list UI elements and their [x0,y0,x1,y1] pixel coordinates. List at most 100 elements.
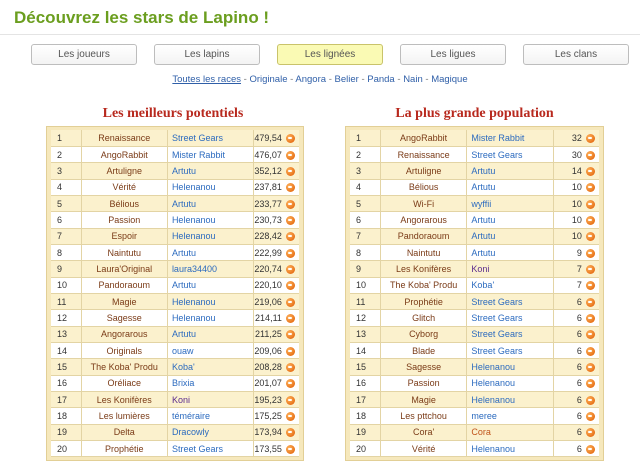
player-link[interactable]: Koba' [466,277,555,294]
lineage-link[interactable]: Espoir [81,228,168,245]
lineage-link[interactable]: AngoRabbit [380,130,468,147]
medal-icon [586,395,596,405]
lineage-link[interactable]: Renaissance [380,146,468,164]
lineage-link[interactable]: Les Konifères [81,391,168,409]
player-link[interactable]: Brixia [167,375,255,393]
lineage-link[interactable]: Naintutu [81,244,168,262]
player-link[interactable]: Artutu [167,244,255,262]
lineage-link[interactable]: Passion [81,211,168,229]
tab-clans[interactable]: Les clans [523,44,629,65]
race-link-originale[interactable]: Originale [249,74,287,85]
lineage-link[interactable]: The Koba' Produ [380,277,468,294]
tab-lapins[interactable]: Les lapins [154,44,260,65]
player-link[interactable]: Helenanou [167,211,255,229]
player-link[interactable]: Cora [466,424,555,442]
lineage-link[interactable]: Delta [81,424,168,442]
lineage-link[interactable]: Passion [380,375,468,393]
player-link[interactable]: Street Gears [466,309,555,327]
rank-cell: 16 [51,375,82,393]
player-link[interactable]: wyffii [466,195,555,213]
tab-ligues[interactable]: Les ligues [400,44,506,65]
lineage-link[interactable]: Prophétie [380,293,468,311]
player-link[interactable]: Helenanou [167,179,255,196]
lineage-link[interactable]: Cora' [380,424,468,442]
player-link[interactable]: Street Gears [466,342,555,360]
lineage-link[interactable]: Vérité [380,440,468,458]
player-link[interactable]: Koni [466,260,555,278]
score-cell: 7 [553,260,585,278]
player-link[interactable]: Street Gears [167,440,255,458]
lineage-link[interactable]: Glitch [380,309,468,327]
race-link-all[interactable]: Toutes les races [172,74,241,85]
player-link[interactable]: Artutu [167,195,255,213]
tab-lignees[interactable]: Les lignées [277,44,383,65]
lineage-link[interactable]: Prophétie [81,440,168,458]
lineage-link[interactable]: Oréliace [81,375,168,393]
player-link[interactable]: Helenanou [466,391,555,409]
lineage-link[interactable]: Les pttchou [380,407,468,425]
race-link-angora[interactable]: Angora [295,74,326,85]
lineage-link[interactable]: Bélious [380,179,468,196]
lineage-link[interactable]: Les lumières [81,407,168,425]
lineage-link[interactable]: Magie [380,391,468,409]
player-link[interactable]: Mister Rabbit [466,130,555,147]
lineage-link[interactable]: Cyborg [380,326,468,343]
player-link[interactable]: Artutu [466,244,555,262]
player-link[interactable]: Helenanou [167,309,255,327]
player-link[interactable]: Mister Rabbit [167,146,255,164]
player-link[interactable]: laura34400 [167,260,255,278]
lineage-link[interactable]: Pandoraoum [380,228,468,245]
lineage-link[interactable]: Wi-Fi [380,195,468,213]
lineage-link[interactable]: Les Konifères [380,260,468,278]
lineage-link[interactable]: Originals [81,342,168,360]
player-link[interactable]: Koni [167,391,255,409]
lineage-link[interactable]: Sagesse [380,358,468,376]
lineage-link[interactable]: AngoRabbit [81,146,168,164]
player-link[interactable]: Artutu [167,162,255,180]
lineage-link[interactable]: Renaissance [81,130,168,147]
lineage-link[interactable]: Magie [81,293,168,311]
player-link[interactable]: Helenanou [167,293,255,311]
race-link-nain[interactable]: Nain [403,74,423,85]
race-link-magique[interactable]: Magique [431,74,467,85]
lineage-link[interactable]: Pandoraoum [81,277,168,294]
player-link[interactable]: Artutu [167,277,255,294]
player-link[interactable]: Street Gears [466,293,555,311]
lineage-link[interactable]: Vérité [81,179,168,196]
player-link[interactable]: Artutu [466,179,555,196]
player-link[interactable]: Helenanou [167,228,255,245]
player-link[interactable]: Street Gears [466,146,555,164]
player-link[interactable]: Street Gears [466,326,555,343]
player-link[interactable]: téméraire [167,407,255,425]
medal-icon [286,248,296,258]
lineage-link[interactable]: The Koba' Produ [81,358,168,376]
lineage-link[interactable]: Naintutu [380,244,468,262]
race-link-panda[interactable]: Panda [367,74,394,85]
player-link[interactable]: Street Gears [167,130,255,147]
player-link[interactable]: Dracowly [167,424,255,442]
player-link[interactable]: Helenanou [466,375,555,393]
player-link[interactable]: Artutu [466,162,555,180]
lineage-link[interactable]: Blade [380,342,468,360]
player-link[interactable]: Helenanou [466,440,555,458]
lineage-link[interactable]: Artuligne [380,162,468,180]
tab-joueurs[interactable]: Les joueurs [31,44,137,65]
lineage-link[interactable]: Angorarous [81,326,168,343]
rank-cell: 17 [51,391,82,409]
player-link[interactable]: ouaw [167,342,255,360]
lineage-link[interactable]: Angorarous [380,211,468,229]
player-link[interactable]: Artutu [167,326,255,343]
lineage-link[interactable]: Sagesse [81,309,168,327]
lineage-link[interactable]: Bélious [81,195,168,213]
score-cell: 175,25 [253,407,285,425]
race-link-belier[interactable]: Belier [335,74,359,85]
lineage-link[interactable]: Laura'Original [81,260,168,278]
player-link[interactable]: Koba' [167,358,255,376]
table-row: 4 Vérité Helenanou 237,81 [51,179,299,196]
player-link[interactable]: meree [466,407,555,425]
player-link[interactable]: Artutu [466,211,555,229]
lineage-link[interactable]: Artuligne [81,162,168,180]
player-link[interactable]: Helenanou [466,358,555,376]
score-cell: 6 [553,326,585,343]
player-link[interactable]: Artutu [466,228,555,245]
